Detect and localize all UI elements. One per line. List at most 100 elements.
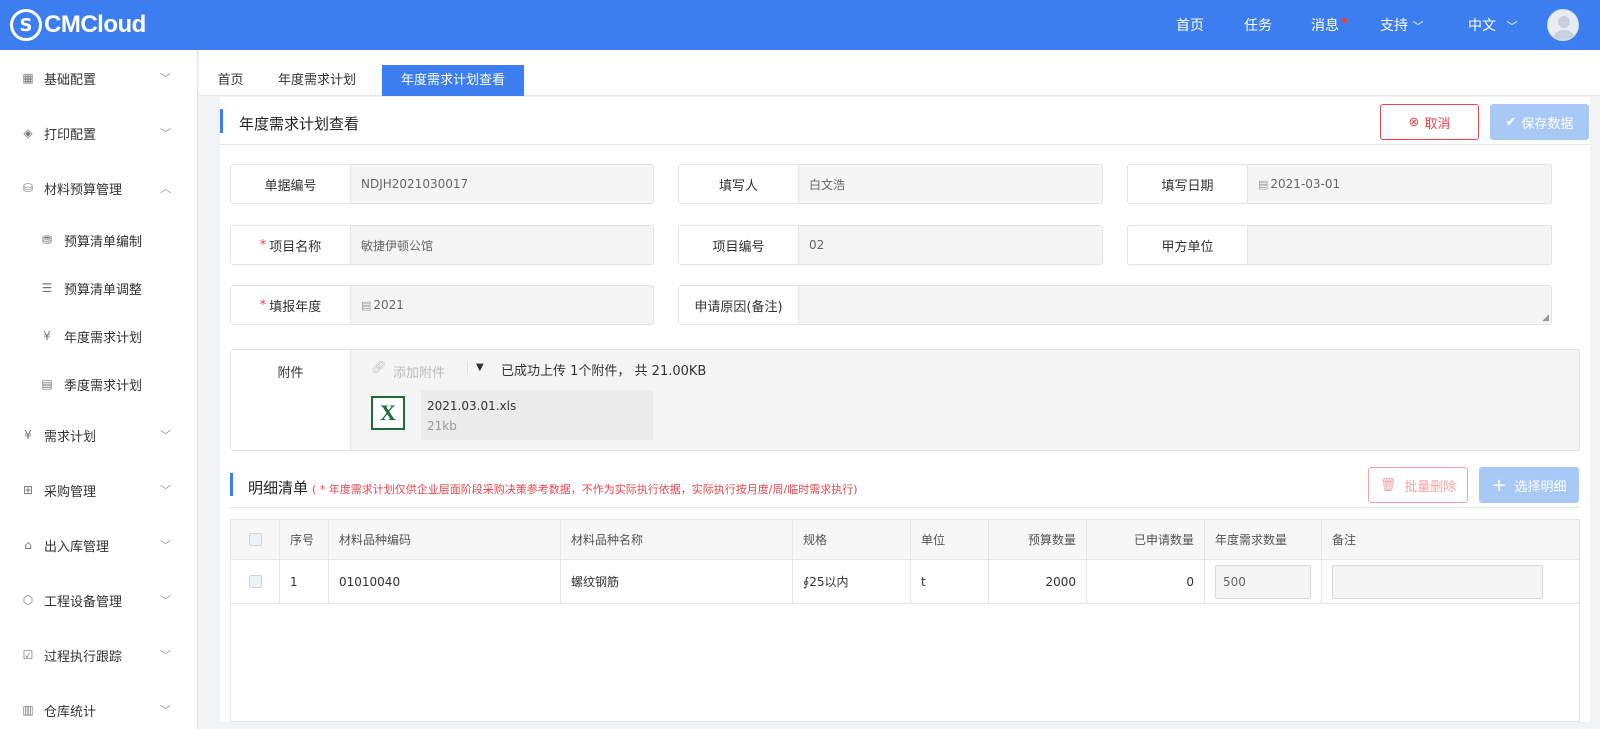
chevron-down-icon: ﹀ — [160, 429, 171, 442]
cell-code: 01010040 — [329, 560, 561, 603]
topnav-tasks[interactable]: 任务 — [1244, 15, 1272, 35]
check-circle-icon: ✔ — [1505, 114, 1517, 130]
party-a-field: 甲方单位 — [1127, 225, 1552, 265]
chevron-down-icon: ﹀ — [160, 72, 171, 85]
sidebar-subitem-quarterly-plan[interactable]: ▤ 季度需求计划 — [0, 364, 198, 404]
trash-icon: 🗑︎ — [1379, 477, 1397, 493]
sidebar-item-label: 打印配置 — [44, 127, 97, 143]
detail-title: 明细清单 — [248, 479, 309, 497]
yen-search-icon: ¥ — [43, 329, 51, 343]
sidebar-item-procurement[interactable]: ⊞ 采购管理 ﹀ — [0, 470, 198, 510]
avatar[interactable] — [1547, 9, 1579, 41]
sidebar: ▦ 基础配置 ﹀ ◈ 打印配置 ﹀ ⛁ 材料预算管理 ︿ ⛃ 预算清单编制 ☰ … — [0, 50, 198, 729]
attachment-file-card[interactable]: 2021.03.01.xls 21kb — [421, 390, 653, 440]
topnav-support[interactable]: 支持 ﹀ — [1380, 15, 1423, 35]
chevron-down-icon: ﹀ — [160, 594, 171, 607]
save-button[interactable]: ✔ 保存数据 — [1490, 104, 1589, 140]
calendar-icon: ▤ — [1258, 177, 1269, 191]
file-size: 21kb — [427, 419, 457, 433]
file-name: 2021.03.01.xls — [427, 399, 517, 413]
language-label: 中文 — [1468, 18, 1496, 34]
coins-icon: ⛃ — [41, 233, 53, 247]
paperclip-icon: 🔗︎ — [371, 360, 387, 374]
sidebar-subitem-budget-compile[interactable]: ⛃ 预算清单编制 — [0, 220, 198, 260]
unread-dot — [1342, 18, 1347, 23]
project-name-label: 项目名称 — [269, 239, 322, 255]
select-detail-button[interactable]: + 选择明细 — [1479, 467, 1579, 503]
reason-field[interactable]: 申请原因(备注) ◢ — [678, 285, 1552, 325]
sidebar-item-equipment[interactable]: ⬡ 工程设备管理 ﹀ — [0, 580, 198, 620]
cell-budget-qty: 2000 — [989, 560, 1087, 603]
tab-annual-plan[interactable]: 年度需求计划 — [269, 65, 365, 96]
title-accent-bar — [220, 109, 223, 133]
cancel-button[interactable]: ⊗ 取消 — [1380, 104, 1479, 140]
sidebar-item-label: 仓库统计 — [44, 704, 97, 720]
support-label: 支持 — [1380, 18, 1408, 34]
table-header: 序号 材料品种编码 材料品种名称 规格 单位 预算数量 已申请数量 年度需求数量… — [231, 520, 1579, 560]
reason-label: 申请原因(备注) — [679, 286, 799, 324]
attachment-dropdown-icon[interactable]: ▼ — [467, 362, 484, 373]
project-name-value: 敏捷伊顿公馆 — [361, 238, 434, 253]
layers-icon: ◈ — [23, 126, 33, 140]
sidebar-item-inout-stock[interactable]: ⌂ 出入库管理 ﹀ — [0, 525, 198, 565]
detail-table: 序号 材料品种编码 材料品种名称 规格 单位 预算数量 已申请数量 年度需求数量… — [230, 519, 1580, 722]
close-circle-icon: ⊗ — [1408, 114, 1420, 130]
page-title: 年度需求计划查看 — [239, 115, 360, 133]
project-no-value: 02 — [809, 238, 825, 252]
column-header: 规格 — [793, 520, 911, 559]
sidebar-subitem-annual-plan[interactable]: ¥ 年度需求计划 — [0, 316, 198, 356]
reason-textarea[interactable] — [799, 286, 1551, 324]
org-chart-icon: ⊞ — [22, 483, 34, 497]
sidebar-item-basic-config[interactable]: ▦ 基础配置 ﹀ — [0, 58, 198, 98]
topnav-messages[interactable]: 消息 — [1311, 15, 1339, 35]
sidebar-subitem-budget-adjust[interactable]: ☰ 预算清单调整 — [0, 268, 198, 308]
detail-divider — [230, 507, 1580, 508]
chevron-down-icon: ﹀ — [1506, 20, 1518, 33]
topnav-language[interactable]: 中文 ﹀ — [1468, 15, 1517, 35]
tracking-icon: ☑ — [22, 648, 34, 662]
party-a-value — [1248, 226, 1551, 264]
attachment-field: 附件 🔗︎ 添加附件 ▼ 已成功上传 1个附件， 共 21.00KB 2021.… — [230, 349, 1580, 451]
batch-delete-button[interactable]: 🗑︎ 批量删除 — [1368, 467, 1468, 503]
sidebar-item-print-config[interactable]: ◈ 打印配置 ﹀ — [0, 113, 198, 153]
fill-date-label: 填写日期 — [1128, 165, 1248, 203]
column-header: 材料品种编码 — [329, 520, 561, 559]
header-divider — [220, 144, 1590, 145]
add-attachment-button[interactable]: 添加附件 — [393, 362, 445, 381]
doc-no-label: 单据编号 — [231, 165, 351, 203]
report-year-field: * 填报年度 ▤ 2021 — [230, 285, 654, 325]
row-checkbox[interactable] — [248, 575, 262, 588]
chevron-down-icon: ﹀ — [160, 539, 171, 552]
upload-summary: 已成功上传 1个附件， 共 21.00KB — [501, 364, 707, 379]
party-a-label: 甲方单位 — [1128, 226, 1248, 264]
tab-home[interactable]: 首页 — [203, 65, 258, 96]
sidebar-item-material-budget[interactable]: ⛁ 材料预算管理 ︿ — [0, 168, 198, 208]
tab-bar: 首页 年度需求计划 年度需求计划查看 — [199, 50, 1600, 96]
grid-icon: ▦ — [22, 71, 34, 85]
sidebar-item-warehouse-stats[interactable]: ▥ 仓库统计 ﹀ — [0, 690, 198, 729]
column-header: 已申请数量 — [1087, 520, 1205, 559]
report-year-label: 填报年度 — [269, 299, 322, 315]
chevron-up-icon: ︿ — [160, 182, 171, 195]
top-bar: S CMCloud 首页 任务 消息 支持 ﹀ 中文 ﹀ — [0, 0, 1600, 50]
plus-icon: + — [1491, 474, 1507, 496]
fill-date-field: 填写日期 ▤ 2021-03-01 — [1127, 164, 1552, 204]
required-mark: * — [259, 237, 267, 253]
sidebar-item-demand-plan[interactable]: ¥ 需求计划 ﹀ — [0, 415, 198, 455]
filler-field: 填写人 白文浩 — [678, 164, 1103, 204]
topnav-home[interactable]: 首页 — [1176, 15, 1204, 35]
sidebar-item-label: 年度需求计划 — [64, 330, 143, 346]
resize-handle-icon[interactable]: ◢ — [1542, 313, 1549, 323]
database-icon: ⛁ — [22, 181, 34, 195]
annual-qty-input[interactable]: 500 — [1215, 564, 1311, 599]
report-year-value: 2021 — [373, 298, 404, 312]
cell-unit: t — [911, 560, 989, 603]
select-all-checkbox[interactable] — [248, 533, 262, 546]
tab-annual-plan-view[interactable]: 年度需求计划查看 — [382, 65, 524, 96]
remark-input[interactable] — [1332, 564, 1543, 599]
column-header: 序号 — [280, 520, 329, 559]
sidebar-item-label: 出入库管理 — [44, 539, 110, 555]
sidebar-item-process-tracking[interactable]: ☑ 过程执行跟踪 ﹀ — [0, 635, 198, 675]
sidebar-item-label: 基础配置 — [44, 72, 97, 88]
sidebar-item-label: 采购管理 — [44, 484, 97, 500]
